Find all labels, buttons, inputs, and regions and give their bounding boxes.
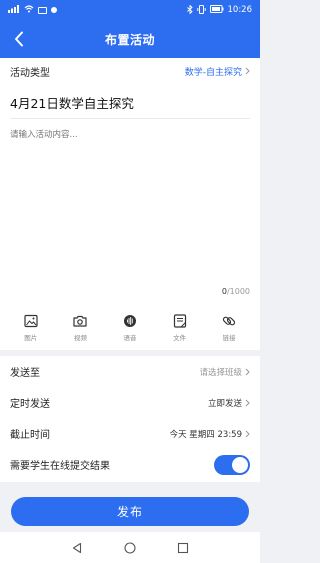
voice-icon [123, 315, 136, 327]
media-image-label: 图片 [24, 334, 38, 342]
send-to-row[interactable]: 发送至 请选择班级 [0, 356, 260, 387]
page-title: 布置活动 [104, 32, 155, 47]
activity-type-row[interactable]: 活动类型 数学-自主探究 [0, 58, 260, 84]
bluetooth-icon [186, 3, 193, 16]
signal-icon [8, 5, 20, 15]
deadline-label: 截止时间 [10, 430, 50, 441]
wifi-icon [24, 5, 34, 15]
media-voice-label: 语音 [123, 334, 137, 342]
triangle-back-icon [72, 542, 81, 553]
media-link-label: 链接 [222, 334, 236, 342]
location-icon [51, 7, 57, 13]
media-video-label: 视频 [73, 334, 87, 342]
media-video-button[interactable]: 视频 [60, 314, 100, 342]
activity-type-value: 数学-自主探究 [184, 67, 242, 78]
circle-home-icon [124, 541, 136, 554]
media-link-button[interactable]: 链接 [209, 314, 249, 342]
send-to-value-wrap: 请选择班级 [199, 366, 250, 378]
title-divider [10, 118, 250, 119]
status-icons-right: 10:26 [186, 3, 253, 16]
publish-area: 发布 [0, 482, 260, 532]
media-image-button[interactable]: 图片 [11, 314, 51, 342]
vibrate-icon [196, 4, 206, 16]
media-voice-button[interactable]: 语音 [110, 314, 150, 342]
activity-form: 活动类型 数学-自主探究 4月21日数学自主探究 0/1000 图片 视频 语音… [0, 58, 260, 482]
system-navigation-bar [0, 532, 260, 563]
media-toolbar: 图片 视频 语音 文件 链接 [0, 314, 260, 350]
back-button[interactable] [8, 28, 30, 50]
schedule-value: 立即发送 [207, 398, 242, 409]
send-to-value: 请选择班级 [199, 367, 242, 378]
notification-icon [38, 6, 47, 14]
status-bar: 10:26 [0, 0, 260, 20]
toggle-knob [232, 456, 248, 473]
schedule-row[interactable]: 定时发送 立即发送 [0, 387, 260, 418]
char-count-max: /1000 [226, 287, 250, 296]
camera-icon [73, 315, 87, 327]
char-counter: 0/1000 [222, 287, 250, 296]
nav-recents-button[interactable] [177, 542, 189, 554]
status-time: 10:26 [227, 5, 253, 15]
chevron-right-icon [245, 399, 250, 406]
schedule-label: 定时发送 [10, 399, 50, 410]
nav-back-button[interactable] [71, 542, 83, 554]
header-bar: 布置活动 [0, 20, 260, 58]
media-file-label: 文件 [173, 334, 187, 342]
chevron-right-icon [245, 67, 250, 75]
image-icon [24, 314, 38, 328]
online-submit-toggle[interactable] [214, 454, 250, 475]
activity-title-field[interactable]: 4月21日数学自主探究 [10, 90, 250, 114]
online-submit-label: 需要学生在线提交结果 [10, 461, 110, 472]
send-to-label: 发送至 [10, 368, 40, 379]
link-icon [223, 316, 236, 326]
nav-home-button[interactable] [124, 541, 136, 554]
file-icon [173, 314, 186, 328]
chevron-right-icon [245, 368, 250, 375]
battery-icon [209, 5, 224, 15]
online-submit-row: 需要学生在线提交结果 [0, 449, 260, 480]
activity-content-input[interactable] [10, 128, 250, 278]
deadline-value: 今天 星期四 23:59 [169, 429, 242, 440]
status-icons-left [8, 5, 57, 15]
media-file-button[interactable]: 文件 [160, 314, 200, 342]
schedule-value-wrap: 立即发送 [208, 397, 250, 409]
deadline-value-wrap: 今天 星期四 23:59 [170, 428, 250, 440]
square-recents-icon [178, 542, 189, 553]
deadline-row[interactable]: 截止时间 今天 星期四 23:59 [0, 418, 260, 449]
chevron-right-icon [245, 430, 250, 437]
activity-type-label: 活动类型 [10, 67, 50, 79]
publish-button[interactable]: 发布 [11, 497, 249, 526]
back-chevron-icon [15, 31, 23, 47]
activity-type-value-wrap: 数学-自主探究 [185, 65, 250, 78]
